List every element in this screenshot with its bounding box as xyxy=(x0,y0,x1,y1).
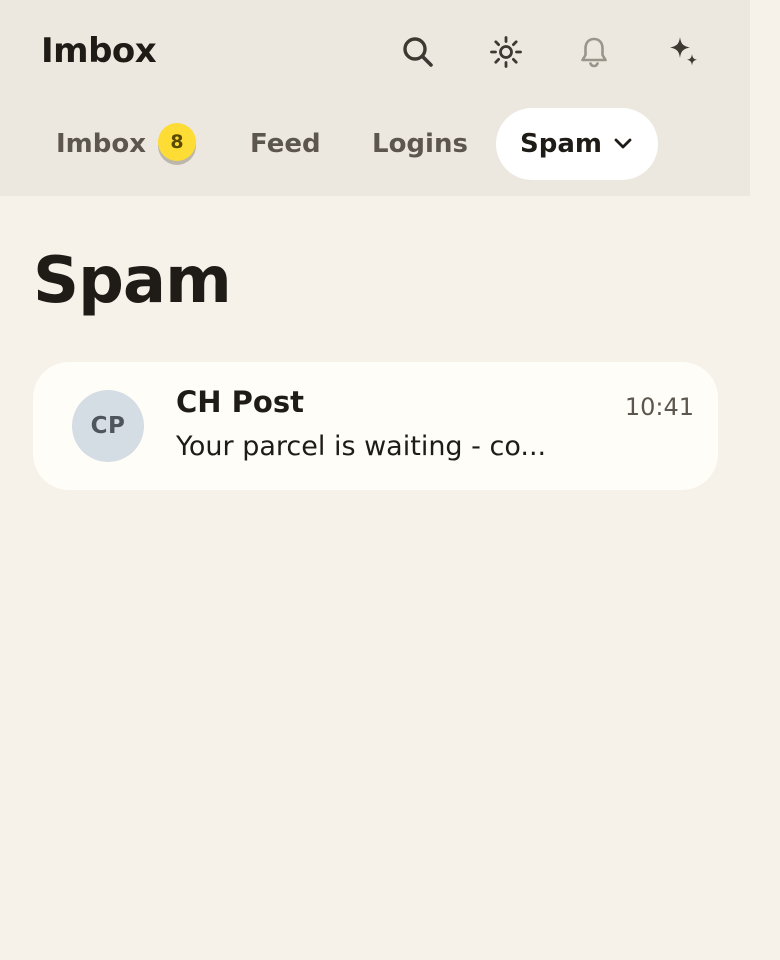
mailbox-tabs: Imbox 8 Feed Logins Spam xyxy=(0,108,750,180)
message-snippet: Your parcel is waiting - co... xyxy=(176,431,547,462)
search-icon xyxy=(403,37,433,67)
search-button[interactable] xyxy=(396,30,440,74)
tab-spam[interactable]: Spam xyxy=(496,108,658,180)
top-header: Imbox Imbox 8 Feed Logins Spam xyxy=(0,0,750,196)
sparkles-icon xyxy=(670,37,697,66)
tab-label: Spam xyxy=(520,129,602,159)
message-sender: CH Post xyxy=(176,385,304,419)
tab-label: Imbox xyxy=(56,129,147,159)
tab-imbox[interactable]: Imbox 8 xyxy=(56,108,197,180)
avatar: CP xyxy=(72,390,144,462)
sun-icon xyxy=(490,36,522,68)
notifications-button[interactable] xyxy=(572,30,616,74)
page-title: Spam xyxy=(33,244,232,318)
message-time: 10:41 xyxy=(624,393,694,421)
bell-icon xyxy=(581,37,607,68)
tab-logins[interactable]: Logins xyxy=(372,108,468,180)
message-list-item[interactable]: CP CH Post 10:41 Your parcel is waiting … xyxy=(33,362,718,490)
ai-assistant-button[interactable] xyxy=(662,30,706,74)
chevron-down-icon xyxy=(614,138,632,150)
tab-label: Feed xyxy=(250,129,321,159)
theme-toggle-button[interactable] xyxy=(484,30,528,74)
unread-count-badge: 8 xyxy=(158,123,197,161)
tab-feed[interactable]: Feed xyxy=(250,108,321,180)
app-title: Imbox xyxy=(41,31,157,71)
tab-label: Logins xyxy=(372,129,468,159)
